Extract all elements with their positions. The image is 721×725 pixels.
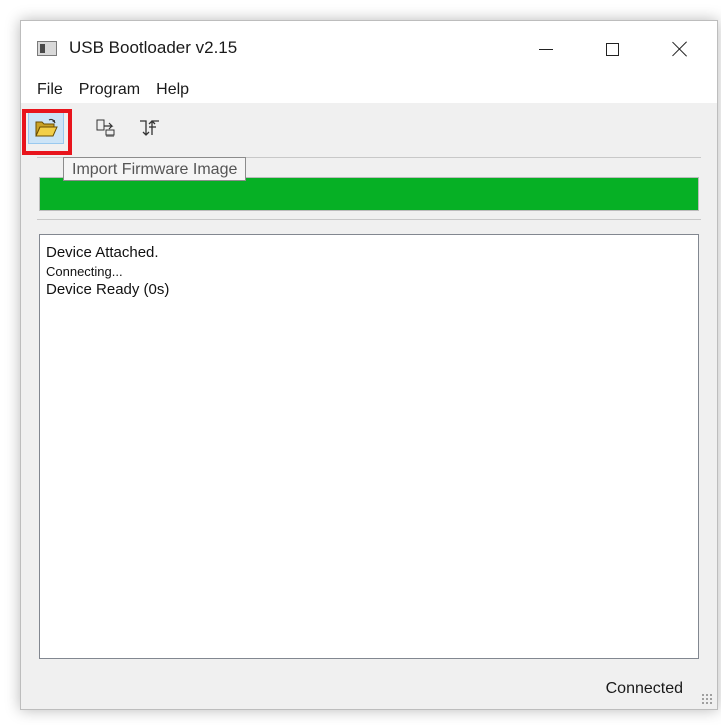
menu-help[interactable]: Help bbox=[148, 81, 197, 99]
tooltip: Import Firmware Image bbox=[63, 157, 247, 181]
close-button[interactable] bbox=[657, 29, 703, 69]
log-output[interactable]: Device Attached. Connecting... Device Re… bbox=[39, 234, 699, 659]
program-device-button[interactable] bbox=[89, 113, 123, 143]
log-line: Connecting... bbox=[46, 264, 123, 279]
maximize-icon bbox=[605, 42, 619, 56]
title-bar[interactable]: USB Bootloader v2.15 bbox=[21, 21, 717, 77]
window-title: USB Bootloader v2.15 bbox=[69, 38, 238, 57]
progress-fill bbox=[40, 178, 698, 210]
progress-bar bbox=[39, 177, 699, 211]
program-device-icon bbox=[96, 119, 115, 137]
close-icon bbox=[672, 41, 688, 57]
open-folder-icon bbox=[35, 118, 58, 137]
app-icon bbox=[37, 41, 57, 56]
menu-bar: File Program Help bbox=[21, 77, 717, 103]
reset-device-button[interactable] bbox=[133, 113, 167, 143]
toolbar bbox=[21, 103, 717, 155]
log-line: Device Attached. bbox=[46, 244, 159, 261]
bootloader-window: USB Bootloader v2.15 File Program Help D… bbox=[20, 20, 718, 710]
import-firmware-button[interactable] bbox=[28, 112, 64, 144]
resize-grip-icon[interactable] bbox=[701, 693, 713, 705]
log-line: Device Ready (0s) bbox=[46, 281, 170, 298]
separator bbox=[37, 219, 701, 220]
reset-device-icon bbox=[140, 120, 159, 136]
connection-status: Connected bbox=[605, 680, 683, 697]
minimize-button[interactable] bbox=[523, 29, 569, 69]
minimize-icon bbox=[539, 48, 553, 50]
status-bar: Connected bbox=[21, 671, 717, 709]
menu-file[interactable]: File bbox=[29, 81, 71, 99]
maximize-button[interactable] bbox=[589, 29, 635, 69]
menu-program[interactable]: Program bbox=[71, 81, 148, 99]
